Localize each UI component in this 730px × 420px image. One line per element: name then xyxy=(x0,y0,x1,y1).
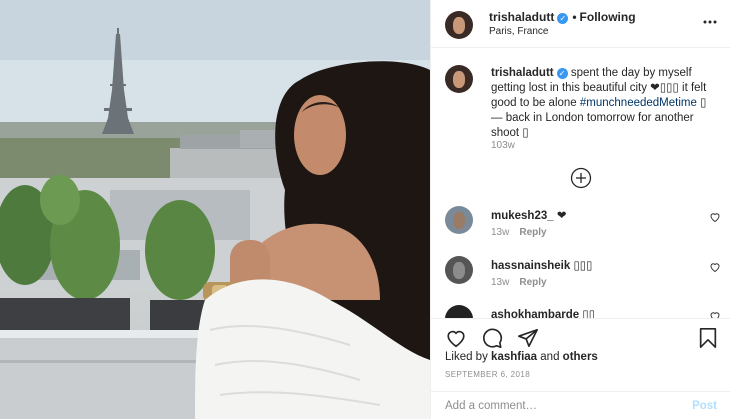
instagram-post-modal: trishaladutt ✓ • Following Paris, France tr… xyxy=(0,0,730,419)
comment-item: mukesh23_ ❤ 13w Reply xyxy=(445,206,721,256)
likes-joiner: and xyxy=(540,351,560,363)
author-line: trishaladutt ✓ • Following xyxy=(489,10,636,24)
post-photo xyxy=(0,0,430,419)
comment-meta: 13w Reply xyxy=(491,227,547,238)
heart-icon[interactable] xyxy=(445,327,467,349)
liked-by-user[interactable]: kashfiaa xyxy=(491,351,537,363)
heart-icon[interactable] xyxy=(709,261,721,273)
comment-time: 13w xyxy=(491,227,510,238)
heart-icon[interactable] xyxy=(709,310,721,318)
comment-body: ❤ xyxy=(556,210,567,222)
commenter-avatar[interactable] xyxy=(445,206,473,234)
add-comment-bar: Post xyxy=(431,391,730,420)
comment-item: hassnainsheik ▯▯▯ 13w Reply xyxy=(445,256,721,306)
caption-emoji-1: ▯▯▯ xyxy=(659,82,679,94)
reply-button[interactable]: Reply xyxy=(519,277,546,288)
verified-badge-icon: ✓ xyxy=(556,68,568,79)
commenter-username[interactable]: mukesh23_ xyxy=(491,210,554,222)
comment-item: ashokhambarde ▯▯ xyxy=(445,305,721,318)
caption-hashtag[interactable]: #munchneededMetime xyxy=(580,97,697,109)
post-location[interactable]: Paris, France xyxy=(489,26,548,37)
separator-dot: • xyxy=(572,10,577,24)
share-icon[interactable] xyxy=(517,327,539,349)
verified-badge-icon: ✓ xyxy=(557,13,569,24)
comment-text: ashokhambarde ▯▯ xyxy=(491,307,595,318)
comment-body: ▯▯ xyxy=(582,309,596,318)
post-header: trishaladutt ✓ • Following Paris, France xyxy=(431,0,730,48)
caption-username[interactable]: trishaladutt xyxy=(491,67,554,79)
following-button[interactable]: Following xyxy=(580,10,636,24)
author-avatar[interactable] xyxy=(445,11,473,39)
likes-prefix: Liked by xyxy=(445,351,488,363)
likes-others[interactable]: others xyxy=(563,351,598,363)
post-date: SEPTEMBER 6, 2018 xyxy=(445,370,531,379)
caption-text: trishaladutt ✓ spent the day by myself ge… xyxy=(491,66,717,141)
more-icon[interactable] xyxy=(703,15,717,29)
caption-timestamp: 103w xyxy=(491,140,515,151)
comment-text: hassnainsheik ▯▯▯ xyxy=(491,258,592,272)
bookmark-icon[interactable] xyxy=(697,327,719,349)
commenter-avatar[interactable] xyxy=(445,305,473,318)
commenter-avatar[interactable] xyxy=(445,256,473,284)
post-comment-button[interactable]: Post xyxy=(692,400,717,412)
comment-input[interactable] xyxy=(445,400,665,412)
likes-summary: Liked by kashfiaa and others xyxy=(445,351,598,363)
author-username[interactable]: trishaladutt xyxy=(489,10,554,24)
reply-button[interactable]: Reply xyxy=(519,227,546,238)
commenter-username[interactable]: ashokhambarde xyxy=(491,309,579,318)
commenter-username[interactable]: hassnainsheik xyxy=(491,260,570,272)
comment-body: ▯▯▯ xyxy=(573,260,593,272)
plus-circle-icon[interactable] xyxy=(570,167,592,189)
post-side-panel: trishaladutt ✓ • Following Paris, France tr… xyxy=(430,0,730,419)
comment-time: 13w xyxy=(491,277,510,288)
heart-icon[interactable] xyxy=(709,211,721,223)
post-actions: Liked by kashfiaa and others SEPTEMBER 6… xyxy=(431,318,730,419)
comment-text: mukesh23_ ❤ xyxy=(491,208,567,222)
caption-avatar[interactable] xyxy=(445,65,473,93)
comment-icon[interactable] xyxy=(481,327,503,349)
comment-meta: 13w Reply xyxy=(491,277,547,288)
photo-illustration xyxy=(0,0,430,419)
